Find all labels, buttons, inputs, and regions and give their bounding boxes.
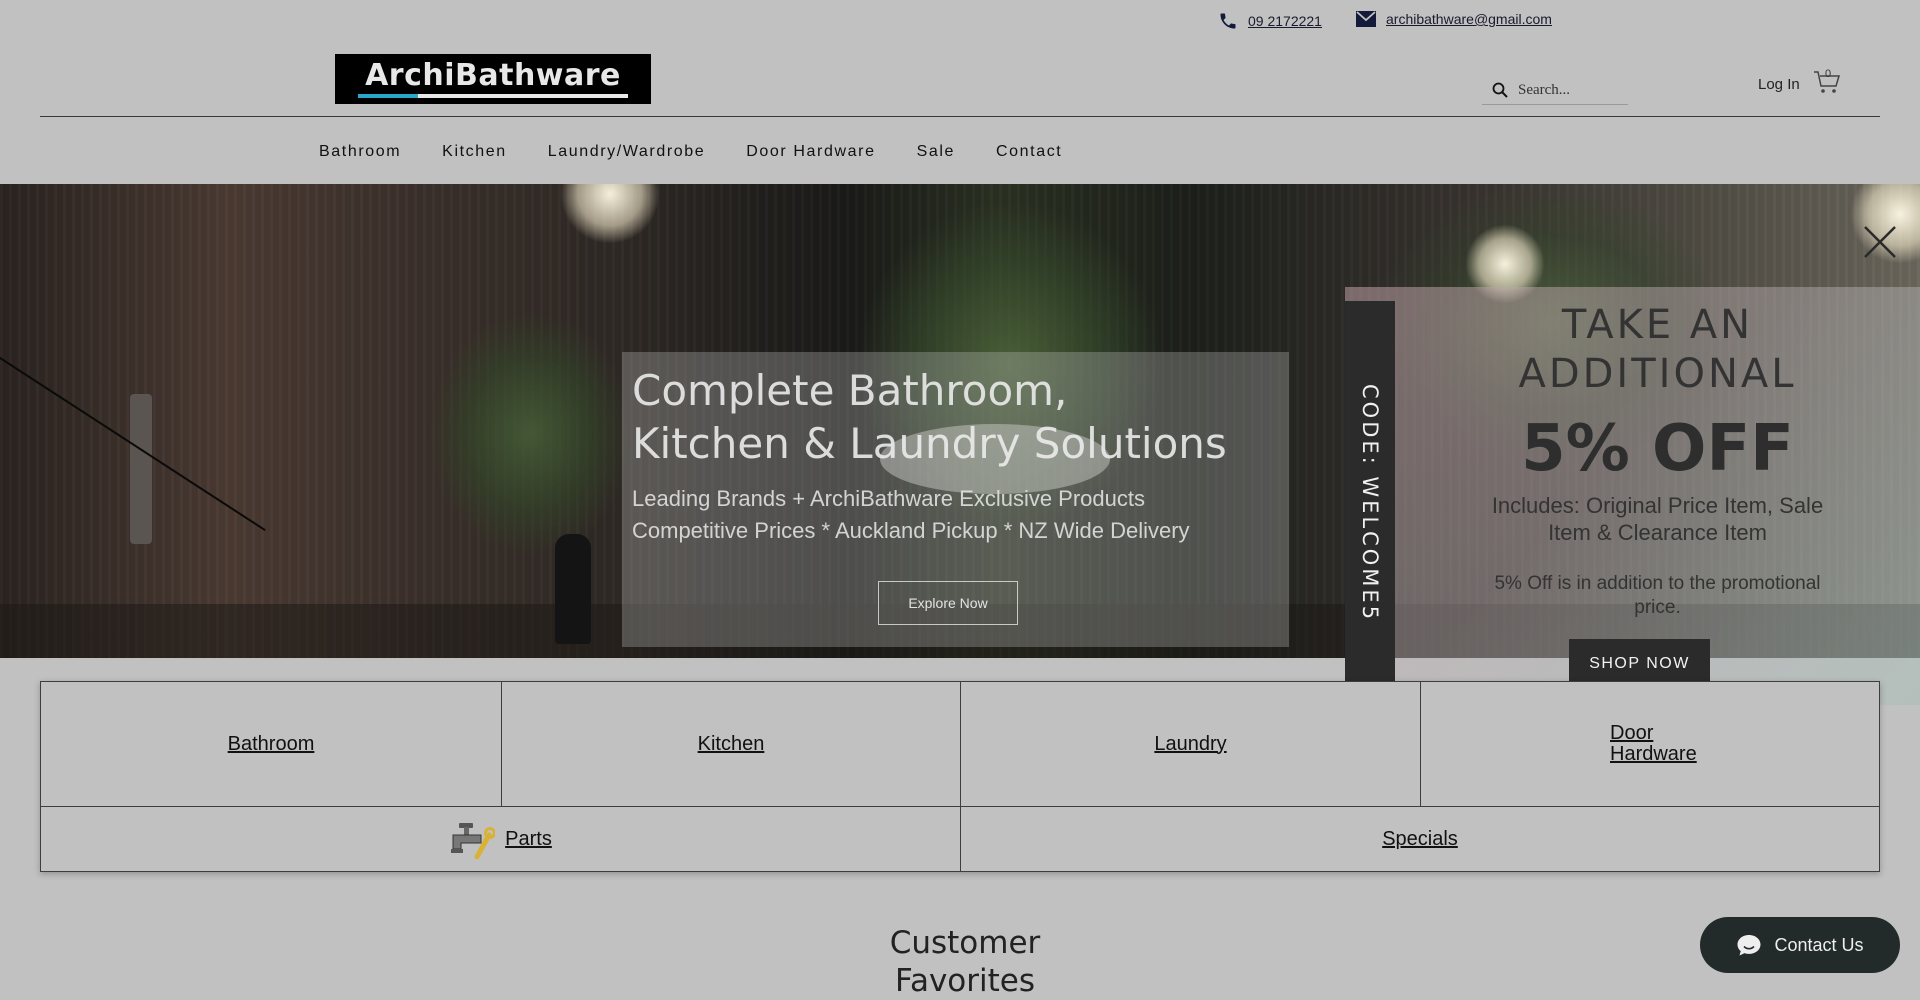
category-kitchen[interactable]: Kitchen — [501, 681, 961, 807]
cart-count: 0 — [1825, 68, 1832, 80]
nav-item-sale[interactable]: Sale — [917, 143, 955, 161]
promo-heading: TAKE AN ADDITIONAL — [1395, 301, 1920, 399]
chat-bubble-icon — [1736, 933, 1762, 957]
phone-icon — [1218, 11, 1238, 31]
nav-item-contact[interactable]: Contact — [996, 143, 1062, 161]
hero-title: Complete Bathroom, Kitchen & Laundry Sol… — [632, 364, 1282, 470]
promo-content: TAKE AN ADDITIONAL 5% OFF Includes: Orig… — [1395, 287, 1920, 705]
logo-text: ArchiBathware — [365, 57, 621, 93]
category-door-hardware-link[interactable]: Door Hardware — [1610, 723, 1730, 765]
logo-underline — [358, 93, 628, 98]
hero-title-line: Complete Bathroom, — [632, 366, 1068, 415]
promo-code-tab[interactable]: CODE: WELCOME5 — [1345, 301, 1395, 705]
explore-now-button[interactable]: Explore Now — [878, 581, 1018, 625]
category-specials[interactable]: Specials — [960, 806, 1880, 872]
search-icon[interactable] — [1492, 82, 1508, 98]
category-bathroom[interactable]: Bathroom — [40, 681, 502, 807]
hero-subtitle: Leading Brands + ArchiBathware Exclusive… — [632, 483, 1282, 547]
contact-us-chat-button[interactable]: Contact Us — [1700, 917, 1900, 973]
nav-item-bathroom[interactable]: Bathroom — [319, 143, 401, 161]
main-nav: Bathroom Kitchen Laundry/Wardrobe Door H… — [319, 143, 1103, 161]
login-link[interactable]: Log In — [1758, 76, 1800, 93]
section-title-line: Favorites — [894, 963, 1036, 999]
hero-title-line: Kitchen & Laundry Solutions — [632, 419, 1227, 468]
nav-item-laundry-wardrobe[interactable]: Laundry/Wardrobe — [548, 143, 706, 161]
promo-note: 5% Off is in addition to the promotional… — [1494, 573, 1821, 618]
promo-heading-line: ADDITIONAL — [1518, 351, 1797, 397]
close-icon[interactable] — [1862, 224, 1898, 260]
faucet-wrench-icon — [449, 819, 496, 859]
category-laundry-link[interactable]: Laundry — [1154, 733, 1226, 756]
category-parts-link[interactable]: Parts — [505, 828, 552, 851]
promo-code-text: CODE: WELCOME5 — [1358, 383, 1382, 623]
category-kitchen-link[interactable]: Kitchen — [698, 733, 765, 756]
hero-plant — [430, 314, 630, 554]
hero-text-box: Complete Bathroom, Kitchen & Laundry Sol… — [622, 352, 1289, 647]
nav-item-kitchen[interactable]: Kitchen — [442, 143, 507, 161]
search-box[interactable] — [1482, 76, 1630, 105]
email-address[interactable]: archibathware@gmail.com — [1386, 11, 1552, 27]
customer-favorites-title: Customer Favorites — [820, 924, 1110, 1000]
header-divider — [40, 116, 1880, 117]
site-logo[interactable]: ArchiBathware — [335, 54, 651, 104]
mail-icon — [1356, 11, 1376, 27]
section-title-line: Customer — [889, 925, 1041, 961]
promo-includes: Includes: Original Price Item, Sale Item… — [1491, 493, 1824, 545]
search-input[interactable] — [1516, 80, 1630, 100]
category-laundry[interactable]: Laundry — [960, 681, 1421, 807]
category-door-hardware[interactable]: Door Hardware — [1420, 681, 1880, 807]
hero-subtitle-line: Competitive Prices * Auckland Pickup * N… — [632, 518, 1190, 543]
category-bathroom-link[interactable]: Bathroom — [228, 733, 315, 756]
email-link[interactable]: archibathware@gmail.com — [1356, 11, 1552, 27]
hero-faucet — [130, 394, 152, 544]
phone-link[interactable]: 09 2172221 — [1218, 11, 1322, 31]
category-specials-link[interactable]: Specials — [1382, 828, 1458, 851]
phone-number[interactable]: 09 2172221 — [1248, 13, 1322, 29]
promo-discount: 5% OFF — [1521, 412, 1794, 486]
promo-heading-line: TAKE AN — [1561, 302, 1754, 348]
category-parts[interactable]: Parts — [40, 806, 961, 872]
promo-popup: TAKE AN ADDITIONAL 5% OFF Includes: Orig… — [1345, 287, 1920, 705]
cart-button[interactable]: 0 — [1812, 66, 1842, 96]
top-contact-bar: 09 2172221 archibathware@gmail.com — [0, 0, 1920, 40]
hero-vase — [555, 534, 591, 644]
nav-item-door-hardware[interactable]: Door Hardware — [746, 143, 875, 161]
hero-subtitle-line: Leading Brands + ArchiBathware Exclusive… — [632, 486, 1146, 511]
contact-us-label: Contact Us — [1774, 934, 1864, 955]
category-grid: Bathroom Kitchen Laundry Door Hardware P… — [40, 681, 1880, 872]
